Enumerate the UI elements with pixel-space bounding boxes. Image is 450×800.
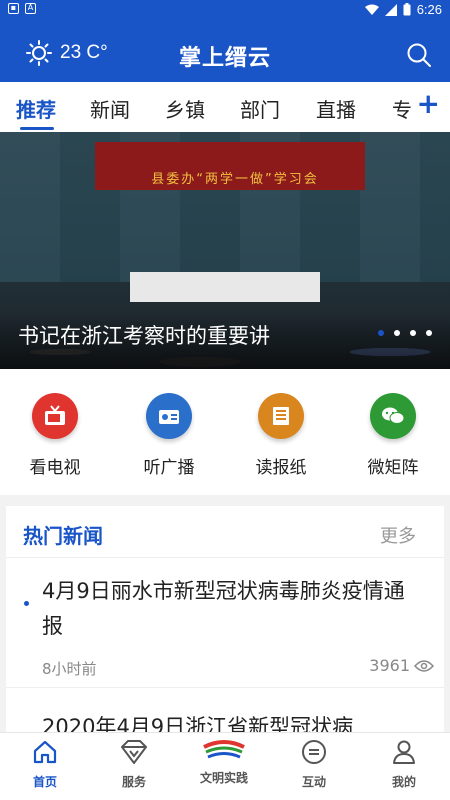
nav-label: 文明实践: [199, 771, 248, 785]
signal-icon: [384, 3, 397, 16]
tab-recommend[interactable]: 推荐: [16, 94, 56, 123]
carousel-dot[interactable]: [394, 330, 400, 336]
eye-icon: [414, 659, 434, 672]
carousel-indicators: [378, 330, 432, 336]
more-link[interactable]: 更多: [380, 522, 416, 548]
nav-home[interactable]: 首页: [10, 739, 80, 790]
nav-service[interactable]: 服务: [99, 739, 169, 790]
nav-interaction[interactable]: 互动: [279, 739, 349, 790]
add-tab-icon[interactable]: +: [417, 90, 440, 118]
news-headline: 4月9日丽水市新型冠状病毒肺炎疫情通报: [42, 579, 405, 638]
notification-a-icon: A: [25, 3, 36, 14]
nav-label: 服务: [121, 775, 146, 789]
home-icon: [33, 740, 57, 764]
tab-departments[interactable]: 部门: [240, 94, 280, 123]
clock: 6:26: [416, 2, 442, 17]
battery-icon: [403, 3, 411, 16]
news-headline-partial[interactable]: 2020年4月9日浙江省新型冠状病: [42, 711, 442, 734]
civilization-practice-icon: [203, 740, 245, 759]
hot-news-header: 热门新闻 更多: [6, 506, 444, 558]
bottom-navigation: 首页 服务 文明实践 互动 我的: [0, 732, 450, 800]
quick-link-tv[interactable]: 看电视: [10, 393, 100, 478]
carousel-dot[interactable]: [378, 330, 384, 336]
quick-link-newspaper[interactable]: 读报纸: [236, 393, 326, 478]
tab-special[interactable]: 专: [392, 94, 412, 123]
tab-news[interactable]: 新闻: [90, 94, 130, 123]
news-time: 8小时前: [42, 660, 97, 678]
search-button[interactable]: [406, 42, 432, 72]
app-title: 掌上缙云: [178, 46, 271, 71]
carousel-dot[interactable]: [410, 330, 416, 336]
nav-label: 互动: [301, 775, 326, 789]
nav-civilization-practice[interactable]: 文明实践: [189, 739, 259, 786]
nav-label: 我的: [391, 775, 416, 789]
tab-towns[interactable]: 乡镇: [165, 94, 205, 123]
active-tab-indicator: [20, 127, 54, 130]
quick-link-wechat-matrix[interactable]: 微矩阵: [348, 393, 438, 478]
hot-news-title: 热门新闻: [23, 524, 103, 548]
quick-link-label: 读报纸: [255, 458, 307, 478]
wechat-icon: [370, 393, 416, 439]
profile-icon: [393, 740, 415, 764]
quick-link-label: 微矩阵: [367, 458, 419, 478]
quick-link-label: 看电视: [29, 458, 81, 478]
view-count: 3961: [369, 656, 410, 675]
banner-caption: 书记在浙江考察时的重要讲: [18, 324, 270, 348]
quick-link-label: 听广播: [143, 458, 195, 478]
banner-table: [130, 272, 320, 302]
service-icon: [121, 740, 147, 764]
category-tabs: 推荐 新闻 乡镇 部门 直播 专 +: [0, 82, 450, 132]
news-views: 3961: [369, 656, 434, 675]
wifi-icon: [364, 4, 379, 15]
quick-link-radio[interactable]: 听广播: [124, 393, 214, 478]
radio-icon: [146, 393, 192, 439]
news-item[interactable]: 4月9日丽水市新型冠状病毒肺炎疫情通报 8小时前 3961: [6, 558, 444, 688]
banner-sign-text: 县委办“两学一做”学习会: [151, 172, 319, 187]
hot-news-section: 热门新闻 更多 4月9日丽水市新型冠状病毒肺炎疫情通报 8小时前 3961 20…: [6, 506, 444, 734]
app-header: 23 C° 掌上缙云: [0, 20, 450, 82]
nav-label: 首页: [32, 775, 57, 789]
bullet-icon: [24, 601, 29, 606]
newspaper-icon: [258, 393, 304, 439]
search-icon: [407, 43, 431, 67]
carousel-dot[interactable]: [426, 330, 432, 336]
quick-links: 看电视 听广播 读报纸 微矩阵: [0, 369, 450, 495]
chat-icon: [302, 740, 326, 764]
tab-live[interactable]: 直播: [316, 94, 356, 123]
notification-icon: ▪: [8, 3, 19, 14]
status-bar: ▪ A 6:26: [0, 0, 450, 20]
nav-profile[interactable]: 我的: [369, 739, 439, 790]
tv-icon: [32, 393, 78, 439]
banner-carousel[interactable]: 县委办“两学一做”学习会 书记在浙江考察时的重要讲: [0, 132, 450, 369]
